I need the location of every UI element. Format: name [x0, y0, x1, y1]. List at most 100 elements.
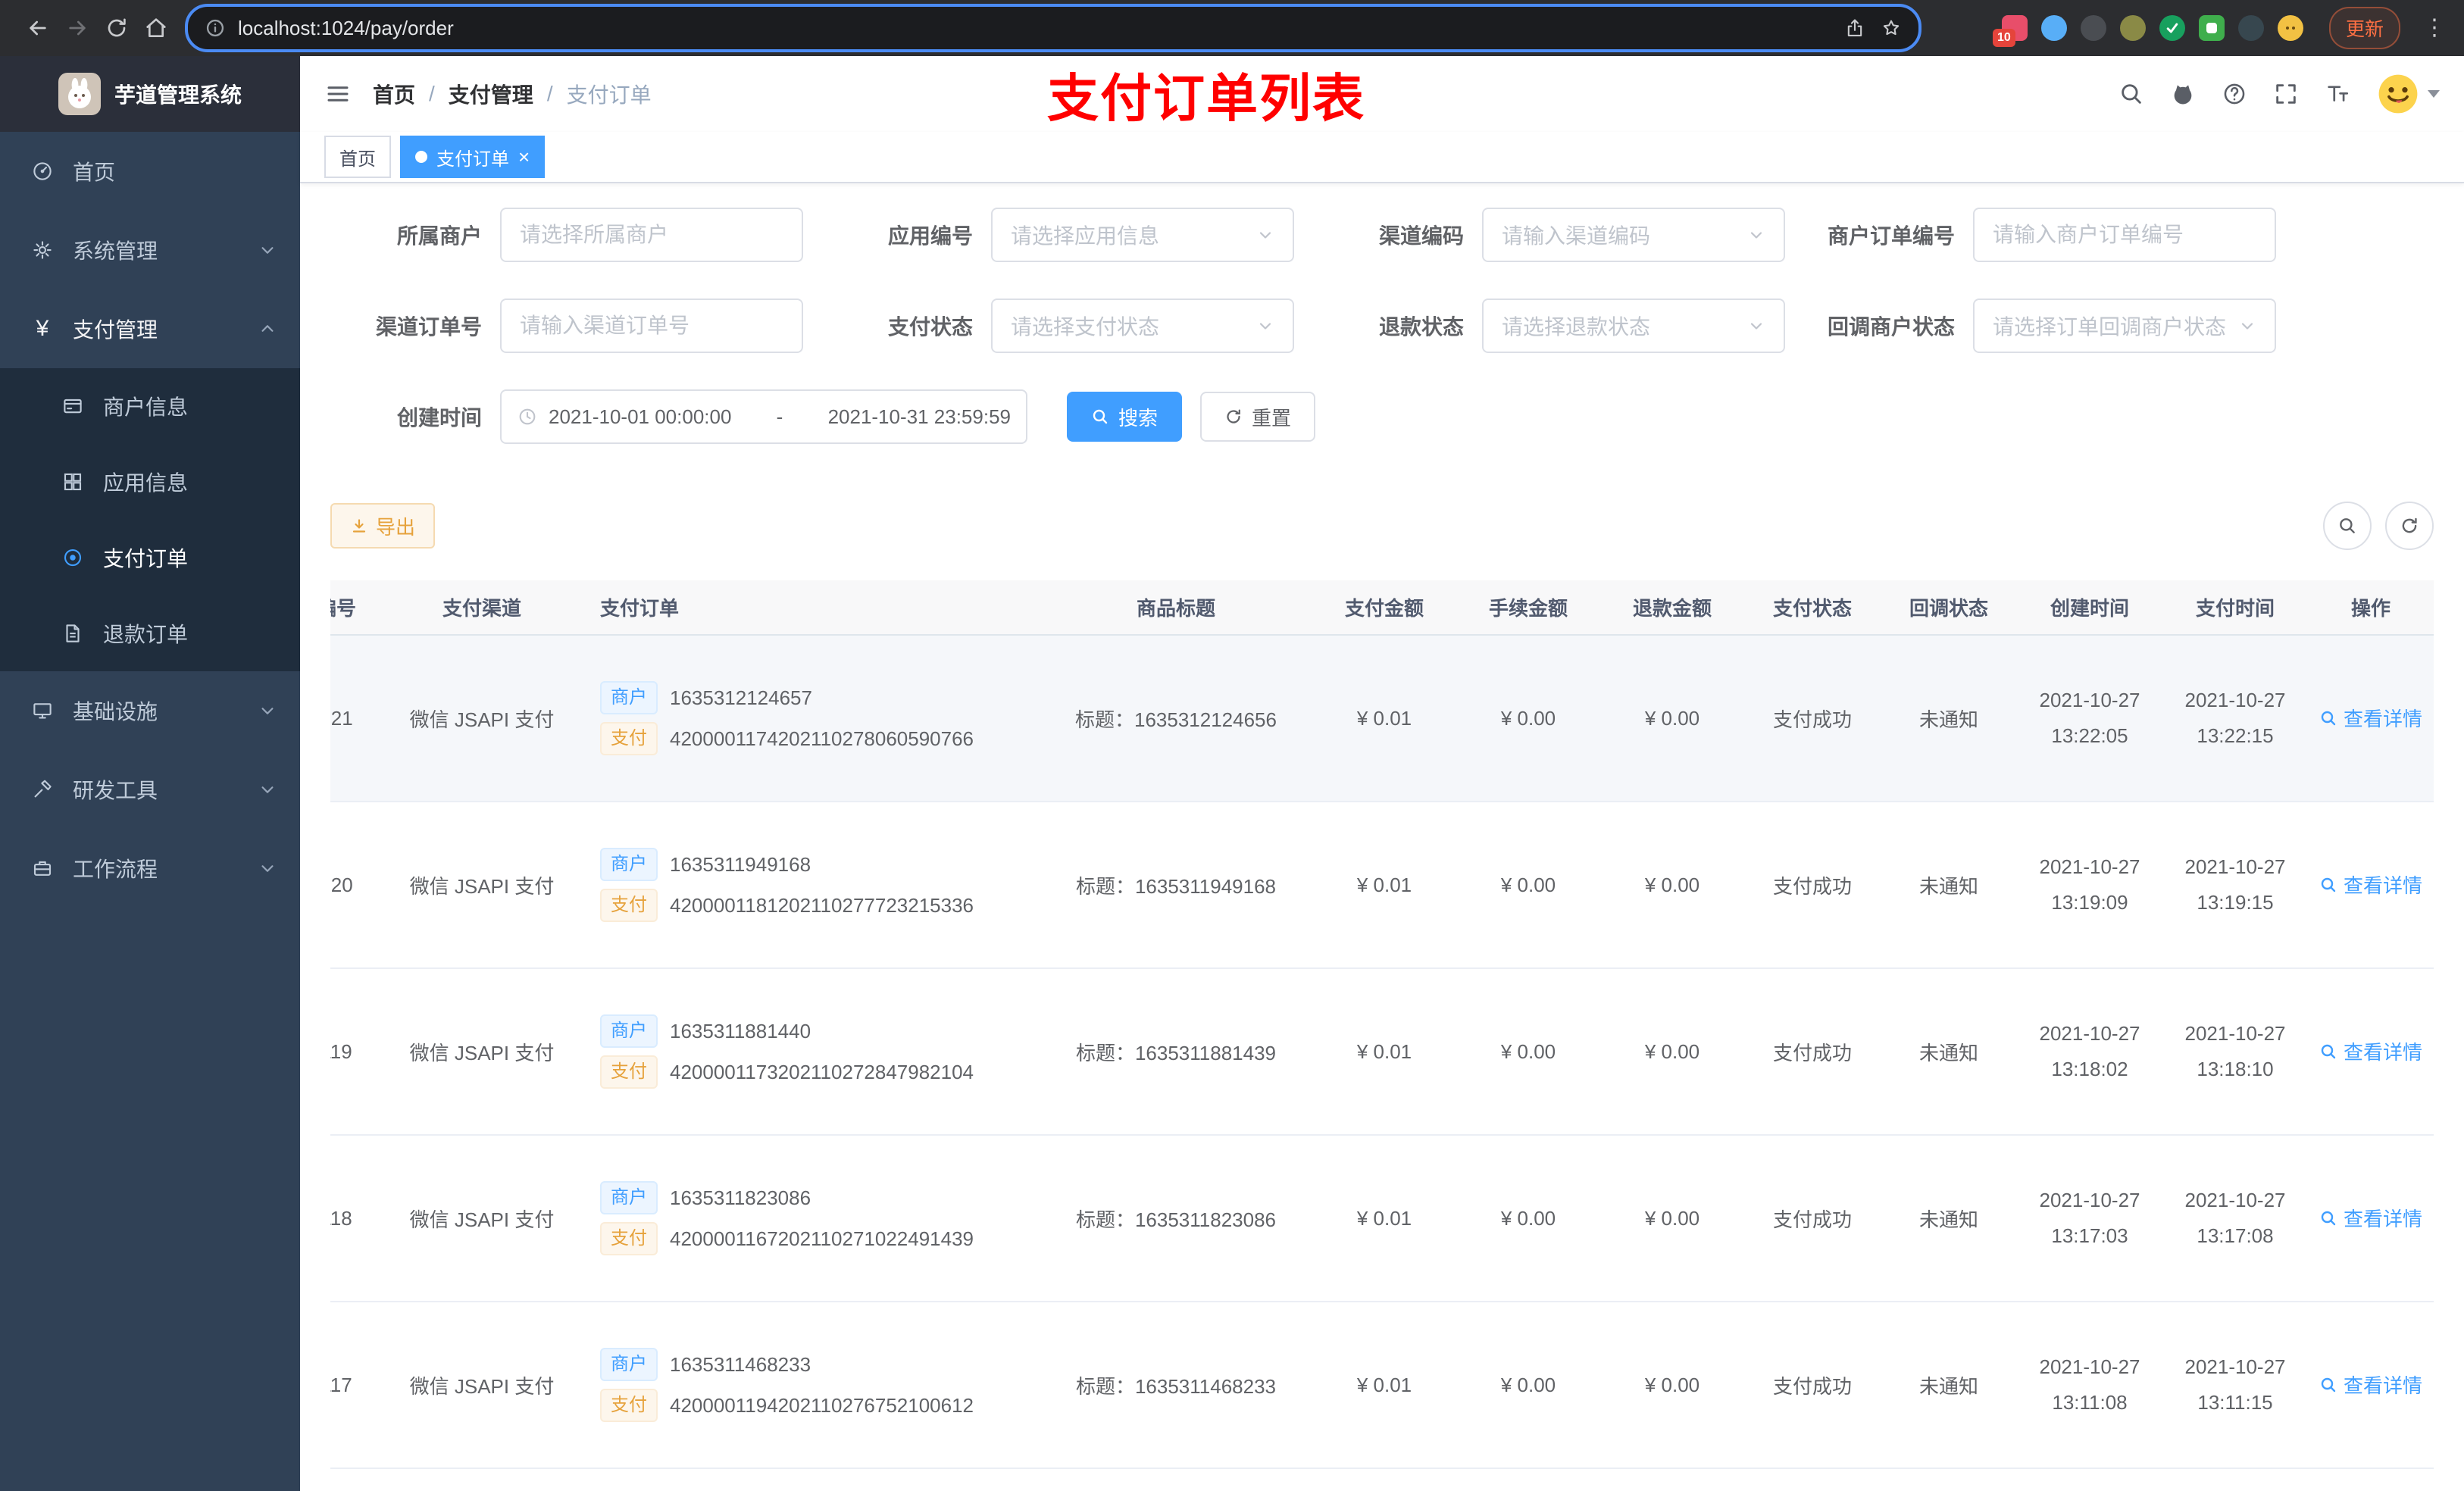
puzzle-extension-icon[interactable] — [2237, 15, 2264, 41]
user-avatar[interactable] — [2376, 72, 2440, 116]
fee-amount-cell: ¥ 0.00 — [1456, 802, 1600, 969]
fullscreen-icon[interactable] — [2273, 81, 2299, 107]
breadcrumb-home[interactable]: 首页 — [373, 79, 415, 109]
pay-amount-cell: ¥ 0.01 — [1312, 1135, 1456, 1302]
address-bar[interactable]: localhost:1024/pay/order — [185, 4, 1921, 52]
browser-toolbar: localhost:1024/pay/order 10 更新 ⋮ — [0, 0, 2464, 56]
export-button[interactable]: 导出 — [330, 503, 436, 549]
pay-status-select[interactable]: 请选择支付状态 — [991, 299, 1294, 353]
view-detail-link[interactable]: 查看详情 — [2319, 871, 2422, 899]
select-placeholder: 请输入渠道编码 — [1502, 224, 1651, 248]
breadcrumb-pay-manage[interactable]: 支付管理 — [449, 79, 533, 109]
merchant-order-no-input[interactable] — [1973, 208, 2276, 262]
sidebar-item-app-info[interactable]: 应用信息 — [0, 444, 300, 520]
toggle-search-button[interactable] — [2323, 502, 2372, 550]
app-logo[interactable]: 芋道管理系统 — [0, 56, 300, 132]
font-size-icon[interactable] — [2325, 81, 2350, 107]
create-time-range-picker[interactable]: 2021-10-01 00:00:00 - 2021-10-31 23:59:5… — [500, 389, 1027, 444]
channel-order-no: 4200001194202110276752100612 — [670, 1393, 974, 1417]
create-time-cell — [2017, 1468, 2162, 1491]
pay-time-cell: 2021-10-27 13:22:15 — [2162, 635, 2308, 802]
sidebar-item-refund-orders[interactable]: 退款订单 — [0, 595, 300, 671]
sidebar-item-workflow[interactable]: 工作流程 — [0, 829, 300, 908]
actions-cell: 查看详情 — [2308, 1302, 2434, 1469]
col-header-amount: 支付金额 — [1312, 580, 1456, 636]
order-id-cell: 118 — [330, 1135, 379, 1302]
pay-amount-cell — [1312, 1468, 1456, 1491]
sidebar-item-dev-tools[interactable]: 研发工具 — [0, 750, 300, 829]
pay-channel-cell: 微信 JSAPI 支付 — [379, 802, 585, 969]
browser-reload-button[interactable] — [97, 8, 136, 48]
sidebar-item-home[interactable]: 首页 — [0, 132, 300, 211]
select-placeholder: 请选择订单回调商户状态 — [1993, 315, 2227, 339]
sidebar-item-label: 工作流程 — [73, 858, 158, 881]
dark-extension-icon[interactable] — [2080, 15, 2106, 41]
browser-home-button[interactable] — [136, 8, 176, 48]
chevron-up-icon — [259, 320, 276, 337]
order-id-cell: 120 — [330, 802, 379, 969]
tab-label: 支付订单 — [436, 148, 509, 170]
smiley-extension-icon[interactable] — [2277, 15, 2303, 41]
sidebar-item-payment[interactable]: ¥ 支付管理 — [0, 289, 300, 368]
share-icon[interactable] — [1844, 17, 1865, 39]
channel-order-no-input[interactable] — [500, 299, 803, 353]
notify-status-cell: 未通知 — [1881, 635, 2017, 802]
channel-code-select[interactable]: 请输入渠道编码 — [1482, 208, 1785, 262]
merchant-filter-input[interactable] — [500, 208, 803, 262]
select-placeholder: 请选择退款状态 — [1502, 315, 1651, 339]
sidebar-item-label: 首页 — [73, 161, 116, 184]
refresh-table-button[interactable] — [2385, 502, 2434, 550]
green-check-extension-icon[interactable] — [2159, 15, 2185, 41]
search-button[interactable]: 搜索 — [1067, 392, 1183, 442]
bookmark-star-icon[interactable] — [1881, 17, 1902, 39]
drop-extension-icon[interactable] — [2040, 15, 2067, 41]
notify-status-select[interactable]: 请选择订单回调商户状态 — [1973, 299, 2276, 353]
header-search-icon[interactable] — [2118, 81, 2144, 107]
sidebar-toggle-icon[interactable] — [324, 80, 352, 108]
extension-badge: 10 — [1992, 29, 2015, 47]
chevron-down-icon — [259, 781, 276, 798]
github-icon[interactable] — [2170, 81, 2196, 107]
merchant-order-no: 1635311823086 — [670, 1186, 811, 1209]
browser-forward-button — [58, 8, 97, 48]
product-title-cell: 标题：1635311468233 — [1040, 1302, 1312, 1469]
tab-pay-orders[interactable]: 支付订单 × — [400, 136, 546, 178]
avatar-emoji-icon — [2378, 74, 2418, 114]
sidebar-item-label: 退款订单 — [103, 623, 189, 646]
tab-close-icon[interactable]: × — [518, 147, 530, 167]
view-detail-link[interactable]: 查看详情 — [2319, 704, 2422, 732]
tab-home[interactable]: 首页 — [324, 136, 391, 178]
monitor-icon — [30, 699, 55, 723]
actions-cell: 查看详情 — [2308, 635, 2434, 802]
filter-label: 支付状态 — [887, 315, 973, 339]
sidebar-item-label: 支付管理 — [73, 318, 158, 342]
chat-extension-icon[interactable] — [2198, 15, 2225, 41]
reset-button[interactable]: 重置 — [1200, 392, 1316, 442]
chevron-down-icon — [2238, 317, 2256, 335]
pink-extension-icon[interactable]: 10 — [1992, 15, 2028, 47]
fee-amount-cell: ¥ 0.00 — [1456, 635, 1600, 802]
site-info-icon[interactable] — [205, 17, 226, 39]
sidebar-item-pay-orders[interactable]: 支付订单 — [0, 520, 300, 595]
view-detail-link[interactable]: 查看详情 — [2319, 1204, 2422, 1232]
browser-menu-icon[interactable]: ⋮ — [2423, 17, 2446, 39]
sidebar-item-merchant-info[interactable]: 商户信息 — [0, 368, 300, 444]
app-id-select[interactable]: 请选择应用信息 — [991, 208, 1294, 262]
olive-extension-icon[interactable] — [2119, 15, 2146, 41]
col-header-create-time: 创建时间 — [2017, 580, 2162, 636]
url-text[interactable]: localhost:1024/pay/order — [238, 17, 1832, 40]
view-detail-link[interactable]: 查看详情 — [2319, 1371, 2422, 1399]
browser-update-button[interactable]: 更新 — [2328, 7, 2400, 49]
sidebar-item-infra[interactable]: 基础设施 — [0, 671, 300, 750]
merchant-order-no: 1635311949168 — [670, 852, 811, 876]
view-detail-link[interactable]: 查看详情 — [2319, 1037, 2422, 1065]
clock-icon — [517, 406, 538, 427]
refund-status-select[interactable]: 请选择退款状态 — [1482, 299, 1785, 353]
grid-icon — [61, 470, 85, 494]
order-id-cell: 117 — [330, 1302, 379, 1469]
page-title: 支付订单列表 — [1046, 70, 1366, 128]
browser-back-button[interactable] — [18, 8, 58, 48]
view-detail-label: 查看详情 — [2343, 1208, 2422, 1231]
sidebar-item-system[interactable]: 系统管理 — [0, 211, 300, 289]
help-icon[interactable] — [2222, 81, 2247, 107]
